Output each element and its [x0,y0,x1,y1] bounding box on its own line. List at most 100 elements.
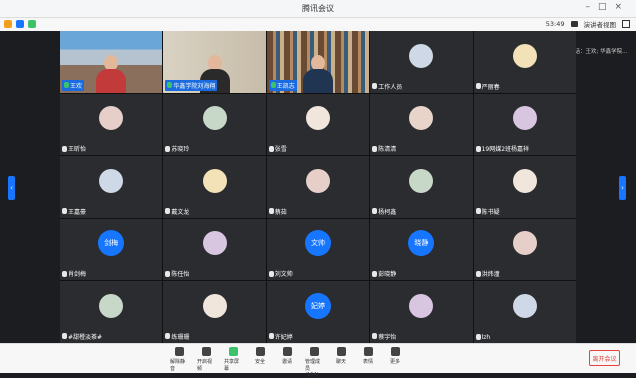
participant-tile[interactable]: 洪炜潼 [473,218,576,281]
avatar [409,43,434,68]
participant-tile[interactable]: 陈清清 [370,93,473,156]
leave-meeting-button[interactable]: 离开会议 [589,350,620,366]
video-gallery: 王欢 华鑫学院刘海翔 王凯志 工作人员 严丽春王昕怡 苏晓玲 张雪 陈清清 19网媒2班杨嘉祥王… [60,31,576,343]
toolbar-item[interactable]: 管理成员(164) [305,347,323,378]
participant-tile[interactable]: lzh [473,281,576,343]
participant-name-label: 陈清清 [378,146,397,154]
avatar [512,294,537,319]
participant-name-label: 练珊珊 [171,333,190,341]
avatar: 晓静 [408,230,435,257]
participant-name: 王凯志 [268,79,297,91]
maximize-icon[interactable]: □ [598,2,615,12]
toolbar-item[interactable]: 更多 [386,347,404,378]
participant-name: 陈任怡 [165,269,189,278]
participant-tile[interactable]: 19网媒2班杨嘉祥 [473,93,576,156]
avatar [99,294,124,319]
close-icon[interactable]: × [614,2,630,12]
participant-name: 王昕怡 [62,144,86,153]
participant-name: 蔡茹 [268,207,287,216]
participant-name-label: 王欢 [70,82,83,90]
participant-tile[interactable]: 华鑫学院刘海翔 [163,31,266,93]
minimize-icon[interactable]: – [585,2,598,12]
avatar [99,106,124,131]
participant-name-label: 19网媒2班杨嘉祥 [481,146,530,154]
mic-icon [372,208,378,215]
mic-icon [372,145,378,152]
avatar [202,231,227,256]
prev-page-button[interactable]: ‹ [8,176,15,200]
toolbar-item[interactable]: 安全 [251,347,269,378]
mic-icon [165,333,171,340]
toolbar-item[interactable]: 开启视频 [197,347,215,378]
participant-name: 严丽春 [475,82,500,91]
mic-icon [268,270,274,277]
avatar [409,106,434,131]
info-icon[interactable] [4,20,12,28]
mic-icon [475,334,481,341]
participant-name: 王欢 [62,79,85,91]
participant-tile[interactable]: 蔡宇怡 [370,281,473,343]
toolbar-item[interactable]: 解除静音 [170,347,188,378]
participant-tile[interactable]: 杨柯鑫 [370,156,473,218]
participant-tile[interactable]: 陈书疑 [473,156,576,218]
participant-tile[interactable]: 张雪 [266,93,370,156]
fullscreen-icon[interactable] [622,20,630,28]
participant-tile[interactable]: 戴文龙 [163,156,266,218]
shield-icon[interactable] [16,20,24,28]
participant-name-label: 许妃婷 [274,333,293,341]
participant-name-label: 刘文帅 [274,271,293,279]
layout-icon[interactable] [570,21,578,27]
mic-icon [64,82,69,89]
title-bar: 腾讯会议 –□× [0,0,636,18]
toolbar-label: 邀请 [281,359,292,365]
participant-video [302,54,333,93]
participant-tile[interactable]: 王昕怡 [60,93,163,156]
avatar [202,106,227,131]
toolbar-label: 解除静音 [170,359,186,372]
avatar [305,168,330,193]
mic-icon [475,208,481,215]
participant-tile[interactable]: #甜橙淡茶# [60,281,163,343]
participant-name: 王嘉豪 [62,207,86,216]
avatar [512,168,537,193]
participant-tile[interactable]: 文帅 刘文帅 [266,218,370,281]
participant-tile[interactable]: 剑梅 肖剑梅 [60,218,163,281]
toolbar-item[interactable]: 邀请 [278,347,296,378]
toolbar-icon [228,347,238,356]
toolbar-item[interactable]: 表情 [359,347,377,378]
window-controls[interactable]: –□× [585,2,630,12]
mic-icon [62,145,67,152]
signal-icon[interactable] [28,20,36,28]
next-page-button[interactable]: › [619,176,626,200]
toolbar-item[interactable]: 共享屏幕 [224,347,242,378]
participant-tile[interactable]: 王嘉豪 [60,156,163,218]
toolbar-icon [282,347,292,356]
participant-tile[interactable]: 工作人员 [370,31,473,93]
participant-name-label: 严丽春 [481,83,500,91]
participant-tile[interactable]: 王欢 [60,31,163,93]
mic-icon [165,270,171,277]
participant-tile[interactable]: 妃婷 许妃婷 [266,281,370,343]
toolbar-label: 管理成员(164) [305,359,321,378]
participant-tile[interactable]: 晓静 彭晓静 [370,218,473,281]
avatar [409,168,434,193]
toolbar-label: 共享屏幕 [224,359,240,372]
participant-tile[interactable]: 练珊珊 [163,281,266,343]
participant-tile[interactable]: 陈任怡 [163,218,266,281]
participant-tile[interactable]: 苏晓玲 [163,93,266,156]
toolbar-item[interactable]: 聊天 [332,347,350,378]
participant-name: #甜橙淡茶# [62,332,102,341]
participant-name-label: 工作人员 [378,83,403,91]
avatar [512,43,537,68]
toolbar-icon [174,347,184,356]
participant-name: lzh [475,334,490,341]
participant-name: 许妃婷 [268,332,293,341]
participant-tile[interactable]: 严丽春 [473,31,576,93]
participant-tile[interactable]: 王凯志 [266,31,370,93]
participant-name-label: 华鑫学院刘海翔 [173,82,216,90]
participant-tile[interactable]: 蔡茹 [266,156,370,218]
mic-icon [62,333,67,340]
mic-icon [372,270,378,277]
avatar [202,294,227,319]
speaker-view-button[interactable]: 演讲者视图 [584,19,617,29]
